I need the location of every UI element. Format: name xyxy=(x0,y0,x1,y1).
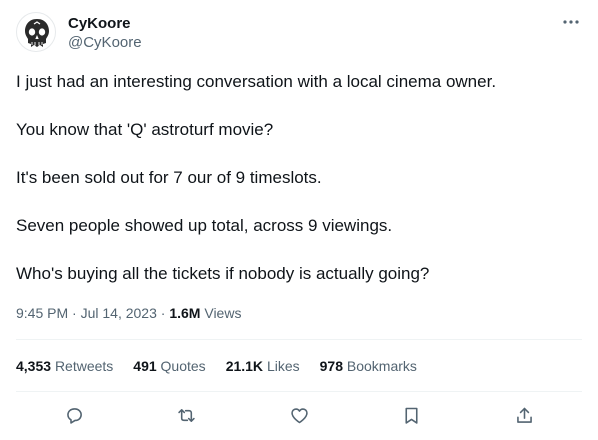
retweets-label: Retweets xyxy=(54,358,114,374)
views-count: 1.6M xyxy=(169,305,201,321)
reply-icon xyxy=(66,407,82,424)
likes-label: Likes xyxy=(266,358,300,374)
bookmarks-stat[interactable]: 978 Bookmarks xyxy=(320,356,417,376)
tweet-stats: 4,353 Retweets 491 Quotes 21.1K Likes 97… xyxy=(16,356,437,376)
tweet-paragraph: Who's buying all the tickets if nobody i… xyxy=(16,264,430,283)
like-icon xyxy=(290,407,308,423)
tweet-paragraph: Seven people showed up total, across 9 v… xyxy=(16,216,393,235)
bookmark-icon xyxy=(404,407,418,424)
display-name[interactable]: CyKoore xyxy=(68,14,142,33)
views-label: Views xyxy=(204,305,242,321)
skull-icon xyxy=(25,19,49,47)
meta-separator: · xyxy=(68,305,81,321)
divider xyxy=(16,391,582,392)
tweet-paragraph: It's been sold out for 7 our of 9 timesl… xyxy=(16,168,322,187)
like-button[interactable] xyxy=(286,402,312,428)
more-dots-icon xyxy=(563,20,579,24)
handle[interactable]: @CyKoore xyxy=(68,33,142,53)
bookmark-button[interactable] xyxy=(398,402,424,428)
tweet-meta: 9:45 PM · Jul 14, 2023 · 1.6M Views xyxy=(16,303,241,323)
tweet-time[interactable]: 9:45 PM xyxy=(16,305,68,321)
quotes-label: Quotes xyxy=(160,358,206,374)
tweet-paragraph: You know that 'Q' astroturf movie? xyxy=(16,120,274,139)
bookmarks-count: 978 xyxy=(319,358,343,374)
more-options-button[interactable] xyxy=(560,12,582,32)
author-names: CyKoore @CyKoore xyxy=(68,14,142,53)
likes-count: 21.1K xyxy=(225,358,264,374)
tweet-paragraph: I just had an interesting conversation w… xyxy=(16,72,497,91)
retweets-count: 4,353 xyxy=(16,358,52,374)
retweet-icon xyxy=(177,408,195,422)
meta-separator: · xyxy=(156,305,170,321)
retweets-stat[interactable]: 4,353 Retweets xyxy=(16,356,113,376)
tweet-text: I just had an interesting conversation w… xyxy=(16,70,582,310)
bookmarks-label: Bookmarks xyxy=(346,358,417,374)
quotes-count: 491 xyxy=(133,358,157,374)
tweet-actions xyxy=(16,400,582,430)
share-icon xyxy=(516,407,532,423)
divider xyxy=(16,339,582,340)
avatar[interactable] xyxy=(16,12,56,52)
tweet-header: CyKoore @CyKoore xyxy=(16,12,582,56)
share-button[interactable] xyxy=(511,402,537,428)
tweet-date[interactable]: Jul 14, 2023 xyxy=(81,305,157,321)
quotes-stat[interactable]: 491 Quotes xyxy=(133,356,205,376)
reply-button[interactable] xyxy=(61,402,87,428)
likes-stat[interactable]: 21.1K Likes xyxy=(226,356,300,376)
retweet-button[interactable] xyxy=(173,402,199,428)
